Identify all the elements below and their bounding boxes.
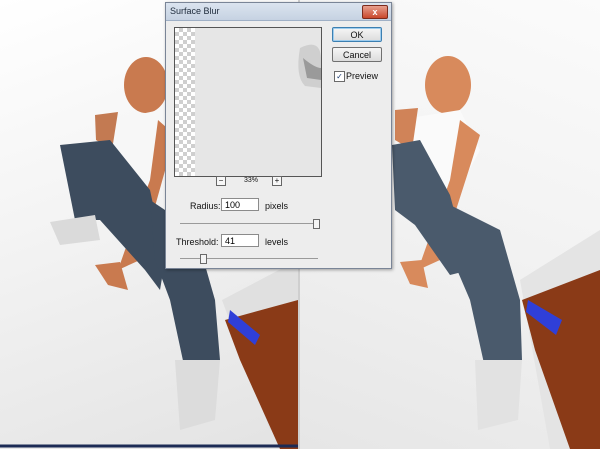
radius-label: Radius: xyxy=(190,201,221,211)
threshold-field[interactable] xyxy=(221,234,259,247)
filter-preview-pane[interactable] xyxy=(174,27,322,177)
cancel-button[interactable]: Cancel xyxy=(332,47,382,62)
zoom-level: 33% xyxy=(243,177,258,184)
zoom-in-button[interactable]: + xyxy=(272,176,282,186)
radius-field[interactable] xyxy=(221,198,259,211)
ok-button[interactable]: OK xyxy=(332,27,382,42)
threshold-unit: levels xyxy=(265,237,289,247)
surface-blur-dialog: Surface Blur x − 33% + Radius: pixels Th… xyxy=(165,2,392,269)
zoom-out-button[interactable]: − xyxy=(216,176,226,186)
dialog-title: Surface Blur xyxy=(170,6,220,16)
threshold-label: Threshold: xyxy=(176,237,219,247)
close-icon[interactable]: x xyxy=(362,5,388,19)
preview-checkbox-label[interactable]: Preview xyxy=(346,71,378,81)
preview-image xyxy=(298,44,321,88)
radius-slider-thumb[interactable] xyxy=(312,219,320,229)
dialog-titlebar[interactable]: Surface Blur x xyxy=(166,3,391,21)
preview-checkbox[interactable]: ✓ xyxy=(334,71,345,82)
radius-unit: pixels xyxy=(265,201,289,211)
check-icon: ✓ xyxy=(336,72,343,81)
threshold-slider-thumb[interactable] xyxy=(199,254,207,264)
radius-slider-track[interactable] xyxy=(180,223,318,224)
